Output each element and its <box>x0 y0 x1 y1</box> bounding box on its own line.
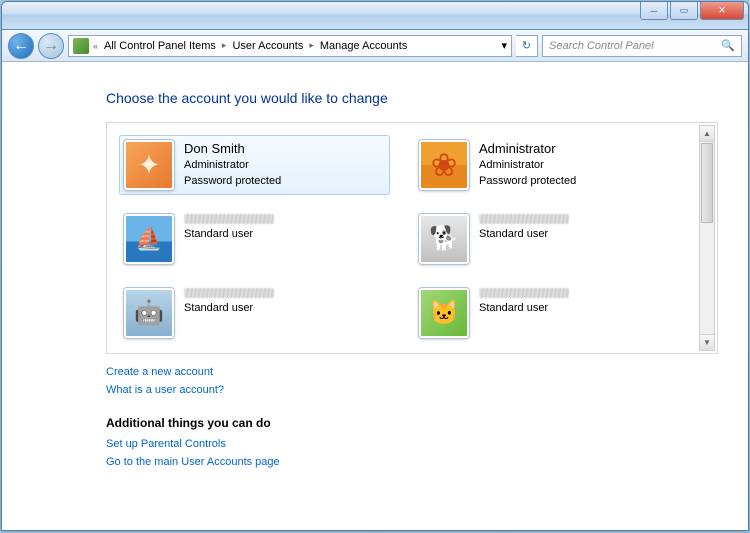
avatar <box>124 214 174 264</box>
content-area: Choose the account you would like to cha… <box>2 62 748 530</box>
search-placeholder: Search Control Panel <box>549 40 654 52</box>
account-info: Administrator Administrator Password pro… <box>479 140 576 189</box>
scroll-thumb[interactable] <box>701 143 713 223</box>
breadcrumb-dropdown[interactable]: ▾ <box>501 39 507 52</box>
titlebar: ─ ▭ ✕ <box>2 2 748 30</box>
back-button[interactable]: ← <box>8 33 34 59</box>
account-item[interactable]: Standard user <box>119 209 390 269</box>
accounts-grid: Don Smith Administrator Password protect… <box>119 135 705 343</box>
account-status: Password protected <box>184 174 281 189</box>
account-name-redacted <box>479 214 569 224</box>
forward-button[interactable]: → <box>38 33 64 59</box>
account-role: Standard user <box>479 301 569 316</box>
create-account-link[interactable]: Create a new account <box>106 366 718 378</box>
breadcrumb-item[interactable]: All Control Panel Items <box>102 40 218 52</box>
window-controls: ─ ▭ ✕ <box>640 2 744 20</box>
refresh-button[interactable]: ↻ <box>516 35 538 57</box>
breadcrumb-item[interactable]: User Accounts <box>230 40 305 52</box>
avatar <box>419 214 469 264</box>
account-info: Standard user <box>184 288 274 316</box>
control-panel-icon <box>73 38 89 54</box>
scroll-up-button[interactable]: ▲ <box>700 126 714 142</box>
account-role: Administrator <box>479 158 576 173</box>
minimize-button[interactable]: ─ <box>640 2 668 20</box>
account-item[interactable]: Administrator Administrator Password pro… <box>414 135 685 195</box>
account-info: Standard user <box>479 214 569 242</box>
avatar <box>124 288 174 338</box>
parental-controls-link[interactable]: Set up Parental Controls <box>106 438 718 450</box>
account-status: Password protected <box>479 174 576 189</box>
scrollbar[interactable]: ▲ ▼ <box>699 125 715 351</box>
account-role: Standard user <box>479 227 569 242</box>
breadcrumb[interactable]: « All Control Panel Items ▸ User Account… <box>68 35 512 57</box>
chevron-down-icon: ▾ <box>501 39 507 52</box>
account-info: Standard user <box>184 214 274 242</box>
chevron-left-icon: « <box>93 41 98 51</box>
account-item[interactable]: Standard user <box>119 283 390 343</box>
avatar <box>124 140 174 190</box>
what-is-account-link[interactable]: What is a user account? <box>106 384 718 396</box>
accounts-panel: Don Smith Administrator Password protect… <box>106 122 718 354</box>
close-button[interactable]: ✕ <box>700 2 744 20</box>
search-input[interactable]: Search Control Panel 🔍 <box>542 35 742 57</box>
account-item[interactable]: Don Smith Administrator Password protect… <box>119 135 390 195</box>
account-name: Don Smith <box>184 140 281 158</box>
account-role: Standard user <box>184 227 274 242</box>
arrow-right-icon: → <box>43 37 59 55</box>
chevron-right-icon: ▸ <box>222 40 227 51</box>
account-name-redacted <box>479 288 569 298</box>
address-bar: ← → « All Control Panel Items ▸ User Acc… <box>2 30 748 62</box>
page-title: Choose the account you would like to cha… <box>106 90 718 106</box>
account-role: Administrator <box>184 158 281 173</box>
account-info: Standard user <box>479 288 569 316</box>
account-info: Don Smith Administrator Password protect… <box>184 140 281 189</box>
main-accounts-link[interactable]: Go to the main User Accounts page <box>106 456 718 468</box>
account-name: Administrator <box>479 140 576 158</box>
maximize-button[interactable]: ▭ <box>670 2 698 20</box>
arrow-left-icon: ← <box>13 37 29 55</box>
parental-controls-label: Set up Parental Controls <box>106 438 226 450</box>
scroll-down-button[interactable]: ▼ <box>700 334 714 350</box>
breadcrumb-item[interactable]: Manage Accounts <box>318 40 409 52</box>
chevron-right-icon: ▸ <box>309 40 314 51</box>
additional-heading: Additional things you can do <box>106 416 718 430</box>
links-section: Create a new account What is a user acco… <box>106 366 718 468</box>
window: ─ ▭ ✕ ← → « All Control Panel Items ▸ Us… <box>1 1 749 531</box>
account-name-redacted <box>184 288 274 298</box>
account-item[interactable]: Standard user <box>414 283 685 343</box>
search-icon: 🔍 <box>721 39 735 52</box>
account-role: Standard user <box>184 301 274 316</box>
avatar <box>419 140 469 190</box>
account-item[interactable]: Standard user <box>414 209 685 269</box>
refresh-icon: ↻ <box>522 39 531 52</box>
account-name-redacted <box>184 214 274 224</box>
avatar <box>419 288 469 338</box>
